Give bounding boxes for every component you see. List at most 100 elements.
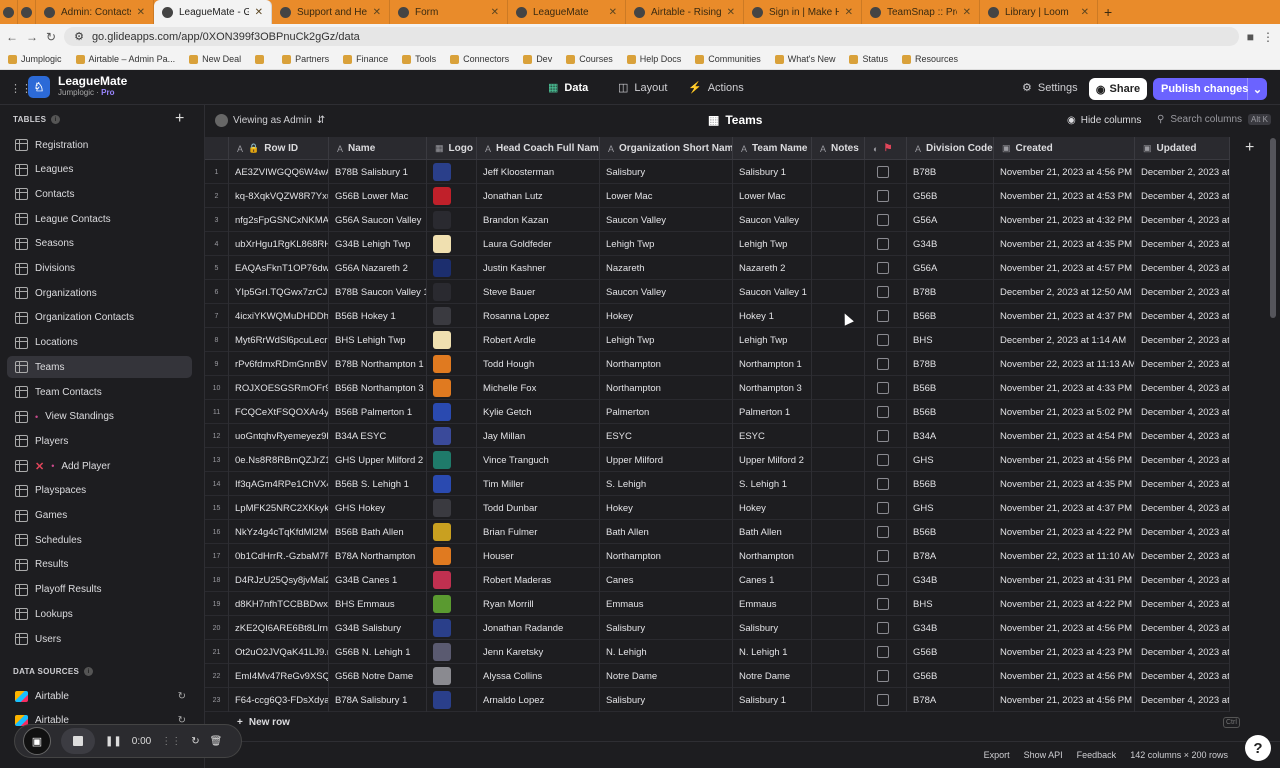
table-cell[interactable]: B34A	[907, 424, 994, 448]
table-row[interactable]: 5 EAQAsFknT1OP76dwp G56A Nazareth 2 Justin …	[205, 256, 1230, 280]
table-cell[interactable]: G34B Canes 1	[329, 568, 427, 592]
bookmark-item[interactable]: Dev	[523, 54, 552, 64]
table-cell[interactable]: November 21, 2023 at 4:35 PM	[994, 232, 1135, 256]
table-cell[interactable]: December 4, 2023 at	[1135, 376, 1230, 400]
table-cell[interactable]: BHS Emmaus	[329, 592, 427, 616]
close-tab-icon[interactable]: ✕	[491, 7, 499, 18]
table-cell[interactable]: Laura Goldfeder	[477, 232, 600, 256]
close-tab-icon[interactable]: ✕	[727, 7, 735, 18]
logo-cell[interactable]	[427, 592, 477, 616]
table-cell[interactable]: BHS	[907, 328, 994, 352]
table-cell[interactable]: B78B Salisbury 1	[329, 160, 427, 184]
settings-button[interactable]: ⚙ Settings	[1022, 70, 1078, 105]
table-cell[interactable]: nfg2sFpGSNCxNKMA7	[229, 208, 329, 232]
table-cell[interactable]: LpMFK25NRC2XKkykJ	[229, 496, 329, 520]
table-cell[interactable]: B56B	[907, 304, 994, 328]
logo-cell[interactable]	[427, 664, 477, 688]
table-row[interactable]: 21 Ot2uO2JVQaK41LJ9.m G56B N. Lehigh 1 Jenn…	[205, 640, 1230, 664]
table-cell[interactable]: December 2, 2023 at 12:50 AM	[994, 280, 1135, 304]
table-cell[interactable]: EAQAsFknT1OP76dwp	[229, 256, 329, 280]
table-cell[interactable]: December 4, 2023 at	[1135, 640, 1230, 664]
table-cell[interactable]: Canes 1	[733, 568, 812, 592]
table-cell[interactable]: Houser	[477, 544, 600, 568]
table-cell[interactable]: November 21, 2023 at 4:54 PM	[994, 424, 1135, 448]
table-row[interactable]: 16 NkYz4g4cTqKfdMl2MC B56B Bath Allen Brian…	[205, 520, 1230, 544]
logo-cell[interactable]	[427, 520, 477, 544]
table-cell[interactable]: Vince Tranguch	[477, 448, 600, 472]
browser-tab[interactable]: Admin: Contacts - A ✕	[36, 0, 154, 24]
table-cell[interactable]	[812, 160, 865, 184]
table-cell[interactable]: Justin Kashner	[477, 256, 600, 280]
table-cell[interactable]: Todd Dunbar	[477, 496, 600, 520]
table-cell[interactable]: Northampton	[600, 376, 733, 400]
table-cell[interactable]: 0b1CdHrrR.-GzbaM7Fi	[229, 544, 329, 568]
logo-cell[interactable]	[427, 352, 477, 376]
sidebar-item-registration[interactable]: Registration	[7, 134, 192, 156]
table-cell[interactable]: December 4, 2023 at	[1135, 616, 1230, 640]
table-cell[interactable]: November 21, 2023 at 4:37 PM	[994, 496, 1135, 520]
table-cell[interactable]: G56B Lower Mac	[329, 184, 427, 208]
table-cell[interactable]: Ryan Morrill	[477, 592, 600, 616]
sidebar-item-users[interactable]: Users	[7, 628, 192, 650]
table-cell[interactable]: Saucon Valley	[600, 208, 733, 232]
table-cell[interactable]: November 21, 2023 at 4:53 PM	[994, 184, 1135, 208]
table-cell[interactable]: Jonathan Radande	[477, 616, 600, 640]
table-cell[interactable]: December 2, 2023 at	[1135, 352, 1230, 376]
sidebar-item-team-contacts[interactable]: Team Contacts	[7, 381, 192, 403]
new-tab-icon[interactable]: +	[1104, 4, 1112, 20]
table-row[interactable]: 17 0b1CdHrrR.-GzbaM7Fi B78A Northampton Hou…	[205, 544, 1230, 568]
table-cell[interactable]: November 21, 2023 at 4:56 PM	[994, 664, 1135, 688]
table-cell[interactable]: November 21, 2023 at 4:56 PM	[994, 448, 1135, 472]
sidebar-item-games[interactable]: Games	[7, 505, 192, 527]
table-cell[interactable]: G56A	[907, 208, 994, 232]
nav-data[interactable]: ▦ Data	[548, 70, 588, 105]
table-cell[interactable]	[812, 544, 865, 568]
table-cell[interactable]: B56B Northampton 3	[329, 376, 427, 400]
table-cell[interactable]: G34B	[907, 568, 994, 592]
table-cell[interactable]: G56B N. Lehigh 1	[329, 640, 427, 664]
table-cell[interactable]: Michelle Fox	[477, 376, 600, 400]
table-cell[interactable]: If3qAGm4RPe1ChVX4l	[229, 472, 329, 496]
table-cell[interactable]: S. Lehigh	[600, 472, 733, 496]
search-columns-input[interactable]: ⚲ Search columns Alt K	[1157, 114, 1271, 125]
table-cell[interactable]: N. Lehigh	[600, 640, 733, 664]
table-cell[interactable]: Lower Mac	[733, 184, 812, 208]
logo-cell[interactable]	[427, 376, 477, 400]
browser-menu-icon[interactable]: ⋮	[1262, 30, 1274, 44]
table-cell[interactable]: B78B	[907, 280, 994, 304]
table-cell[interactable]	[812, 640, 865, 664]
site-info-icon[interactable]: ⚙	[74, 30, 84, 43]
table-cell[interactable]: Palmerton	[600, 400, 733, 424]
close-tab-icon[interactable]: ✕	[609, 7, 617, 18]
pause-icon[interactable]: ❚❚	[105, 736, 122, 747]
column-header[interactable]: ▣ Created	[994, 137, 1135, 160]
bookmark-item[interactable]: Airtable – Admin Pa...	[75, 54, 175, 64]
sidebar-item-seasons[interactable]: Seasons	[7, 233, 192, 255]
table-cell[interactable]: Ot2uO2JVQaK41LJ9.m	[229, 640, 329, 664]
hide-columns-button[interactable]: ◉ Hide columns	[1067, 115, 1141, 126]
table-cell[interactable]: GHS Upper Milford 2	[329, 448, 427, 472]
table-row[interactable]: 18 D4RJzU25Qsy8jvMal2 G34B Canes 1 Robert M…	[205, 568, 1230, 592]
table-cell[interactable]	[812, 448, 865, 472]
table-cell[interactable]: G56A Saucon Valley	[329, 208, 427, 232]
table-cell[interactable]: B78A	[907, 688, 994, 712]
table-cell[interactable]: December 2, 2023 at	[1135, 328, 1230, 352]
logo-cell[interactable]	[427, 160, 477, 184]
table-cell[interactable]: GHS Hokey	[329, 496, 427, 520]
checkbox[interactable]	[877, 310, 889, 322]
table-cell[interactable]: Hokey	[733, 496, 812, 520]
table-cell[interactable]	[812, 256, 865, 280]
table-cell[interactable]: November 21, 2023 at 4:56 PM	[994, 160, 1135, 184]
back-icon[interactable]: ←	[6, 30, 18, 44]
table-cell[interactable]	[812, 304, 865, 328]
table-cell[interactable]: Lehigh Twp	[733, 328, 812, 352]
stop-recording-button[interactable]	[61, 728, 95, 754]
table-cell[interactable]: G34B	[907, 232, 994, 256]
grid-scrollbar[interactable]	[1270, 138, 1276, 318]
table-cell[interactable]: December 4, 2023 at	[1135, 400, 1230, 424]
table-row[interactable]: 22 EmI4Mv47ReGv9XSQc G56B Notre Dame Alyssa…	[205, 664, 1230, 688]
bookmark-item[interactable]: Jumplogic	[8, 54, 62, 64]
close-tab-icon[interactable]: ✕	[373, 7, 381, 18]
reload-icon[interactable]: ↻	[46, 30, 56, 44]
column-header[interactable]: A 🔒 Row ID	[229, 137, 329, 160]
